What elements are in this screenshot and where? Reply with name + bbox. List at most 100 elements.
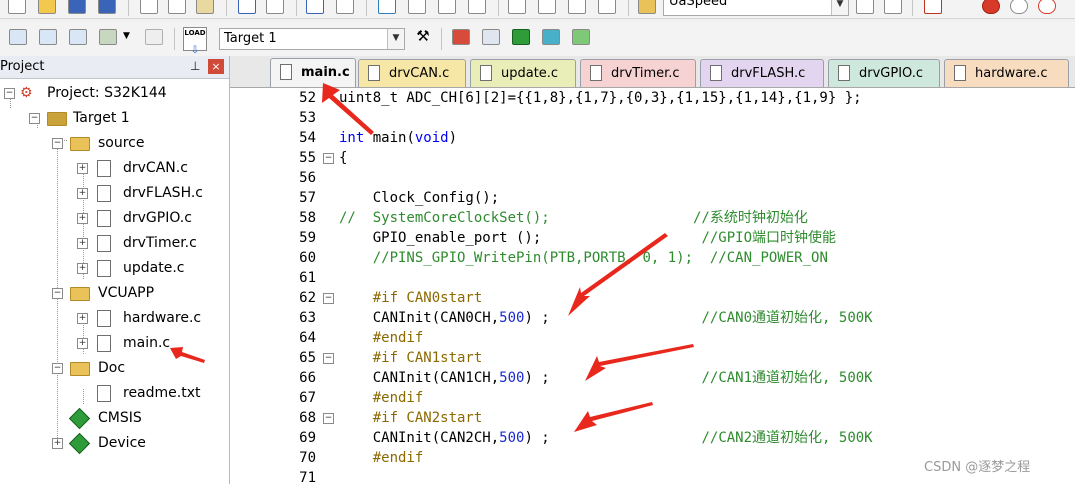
target-select[interactable]: Target 1 ▼	[219, 28, 405, 50]
collapse-icon[interactable]: −	[52, 288, 63, 299]
tab-update-c[interactable]: update.c	[470, 59, 576, 87]
tree-item-file[interactable]: + drvFLASH.c	[0, 181, 229, 205]
find-in-files-icon[interactable]	[638, 0, 656, 14]
translate-icon[interactable]	[9, 29, 27, 45]
chevron-down-icon[interactable]: ▼	[831, 0, 848, 15]
incremental-find-icon[interactable]	[884, 0, 902, 14]
fold-collapse-icon[interactable]: −	[323, 353, 334, 364]
fold-collapse-icon[interactable]: −	[323, 153, 334, 164]
fold-collapse-icon[interactable]: −	[323, 293, 334, 304]
batch-build-icon[interactable]	[99, 29, 117, 45]
tree-item-component-device[interactable]: + Device	[0, 431, 229, 455]
paste-icon[interactable]	[196, 0, 214, 14]
code-line[interactable]: 56	[230, 168, 1075, 188]
tree-item-target[interactable]: − Target 1	[0, 106, 229, 130]
pin-icon[interactable]: ⊥	[190, 59, 200, 73]
code-line[interactable]: 68− #if CAN2start	[230, 408, 1075, 428]
next-bookmark-icon[interactable]	[438, 0, 456, 14]
expand-icon[interactable]: +	[77, 188, 88, 199]
code-editor[interactable]: 52 uint8_t ADC_CH[6][2]={{1,8},{1,7},{0,3…	[230, 88, 1075, 484]
code-line[interactable]: 57 Clock_Config();	[230, 188, 1075, 208]
clear-bookmarks-icon[interactable]	[468, 0, 486, 14]
nav-back-icon[interactable]	[306, 0, 324, 14]
code-line[interactable]: 69 CANInit(CAN2CH,500) ; //CAN2通道初始化, 50…	[230, 428, 1075, 448]
tab-drvflash-c[interactable]: drvFLASH.c	[700, 59, 824, 87]
tree-item-file[interactable]: + main.c	[0, 331, 229, 355]
tab-drvgpio-c[interactable]: drvGPIO.c	[828, 59, 940, 87]
expand-icon[interactable]: +	[52, 438, 63, 449]
tree-item-component-cmsis[interactable]: CMSIS	[0, 406, 229, 430]
code-line[interactable]: 67 #endif	[230, 388, 1075, 408]
rebuild-icon[interactable]	[69, 29, 87, 45]
debug-start-icon[interactable]	[982, 0, 1000, 14]
copy-icon[interactable]	[168, 0, 186, 14]
tab-hardware-c[interactable]: hardware.c	[944, 59, 1069, 87]
breakpoint-settings-icon[interactable]	[1038, 0, 1056, 14]
collapse-icon[interactable]: −	[4, 88, 15, 99]
tree-item-file[interactable]: readme.txt	[0, 381, 229, 405]
close-panel-button[interactable]: ×	[208, 59, 224, 74]
code-line[interactable]: 53	[230, 108, 1075, 128]
save-icon[interactable]	[68, 0, 86, 14]
expand-icon[interactable]: +	[77, 213, 88, 224]
comment-icon[interactable]	[568, 0, 586, 14]
manage-rte-icon[interactable]	[512, 29, 530, 45]
code-line[interactable]: 64 #endif	[230, 328, 1075, 348]
tree-item-group-source[interactable]: − source	[0, 131, 229, 155]
expand-icon[interactable]: +	[77, 238, 88, 249]
bookmark-icon[interactable]	[378, 0, 396, 14]
nav-forward-icon[interactable]	[336, 0, 354, 14]
prev-bookmark-icon[interactable]	[408, 0, 426, 14]
new-file-icon[interactable]	[8, 0, 26, 14]
tree-item-project[interactable]: − ⚙ Project: S32K144	[0, 81, 229, 105]
save-all-icon[interactable]	[98, 0, 116, 14]
zoom-icon[interactable]	[924, 0, 942, 14]
stop-build-icon[interactable]	[145, 29, 163, 45]
expand-icon[interactable]: +	[77, 263, 88, 274]
tab-drvtimer-c[interactable]: drvTimer.c	[580, 59, 696, 87]
tree-item-file[interactable]: + drvGPIO.c	[0, 206, 229, 230]
expand-icon[interactable]: +	[77, 163, 88, 174]
code-line[interactable]: 60 //PINS_GPIO_WritePin(PTB,PORTB, 0, 1)…	[230, 248, 1075, 268]
pack-installer-icon[interactable]	[572, 29, 590, 45]
undo-icon[interactable]	[238, 0, 256, 14]
tree-item-file[interactable]: + update.c	[0, 256, 229, 280]
tree-item-group-doc[interactable]: − Doc	[0, 356, 229, 380]
code-line[interactable]: 54 int main(void)	[230, 128, 1075, 148]
code-line[interactable]: 58 // SystemCoreClockSet(); //系统时钟初始化	[230, 208, 1075, 228]
tree-item-file[interactable]: + hardware.c	[0, 306, 229, 330]
download-button[interactable]: LOAD ⇩	[183, 27, 207, 56]
batch-build-dropdown-icon[interactable]: ▼	[123, 31, 130, 41]
collapse-icon[interactable]: −	[52, 138, 63, 149]
code-line[interactable]: 66 CANInit(CAN1CH,500) ; //CAN1通道初始化, 50…	[230, 368, 1075, 388]
code-line[interactable]: 63 CANInit(CAN0CH,500) ; //CAN0通道初始化, 50…	[230, 308, 1075, 328]
find-combo[interactable]: UaSpeed ▼	[663, 0, 849, 16]
tree-item-file[interactable]: + drvCAN.c	[0, 156, 229, 180]
cut-icon[interactable]	[140, 0, 158, 14]
tree-item-group-vcuapp[interactable]: − VCUAPP	[0, 281, 229, 305]
tab-main-c[interactable]: main.c	[270, 58, 356, 87]
code-line[interactable]: 55−{	[230, 148, 1075, 168]
uncomment-icon[interactable]	[598, 0, 616, 14]
expand-icon[interactable]: +	[77, 313, 88, 324]
fold-collapse-icon[interactable]: −	[323, 413, 334, 424]
code-line[interactable]: 61	[230, 268, 1075, 288]
manage-project-items-icon[interactable]	[452, 29, 470, 45]
code-line[interactable]: 59 GPIO_enable_port (); //GPIO端口时钟使能	[230, 228, 1075, 248]
tab-drvcan-c[interactable]: drvCAN.c	[358, 59, 466, 87]
indent-icon[interactable]	[508, 0, 526, 14]
tree-item-file[interactable]: + drvTimer.c	[0, 231, 229, 255]
breakpoint-icon[interactable]	[1010, 0, 1028, 14]
file-extensions-icon[interactable]	[482, 29, 500, 45]
find-icon[interactable]	[856, 0, 874, 14]
open-folder-icon[interactable]	[38, 0, 56, 14]
expand-icon[interactable]: +	[77, 338, 88, 349]
collapse-icon[interactable]: −	[29, 113, 40, 124]
redo-icon[interactable]	[266, 0, 284, 14]
chevron-down-icon[interactable]: ▼	[387, 29, 404, 49]
build-icon[interactable]	[39, 29, 57, 45]
collapse-icon[interactable]: −	[52, 363, 63, 374]
select-packs-icon[interactable]	[542, 29, 560, 45]
unindent-icon[interactable]	[538, 0, 556, 14]
code-line[interactable]: 52 uint8_t ADC_CH[6][2]={{1,8},{1,7},{0,3…	[230, 88, 1075, 108]
